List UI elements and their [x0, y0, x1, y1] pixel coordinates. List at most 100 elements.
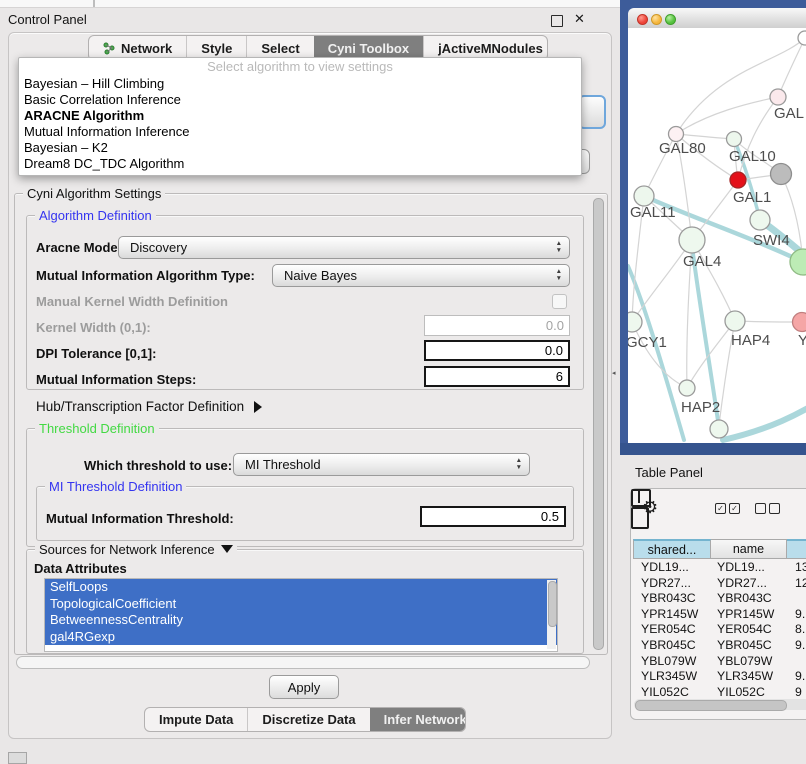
scrollbar-thumb[interactable] — [548, 581, 557, 627]
table-cell[interactable]: YDL19... — [717, 560, 765, 576]
dropdown-item[interactable]: Bayesian – Hill Climbing — [24, 76, 576, 92]
table-horizontal-scrollbar[interactable] — [634, 699, 806, 710]
network-node[interactable] — [727, 132, 742, 147]
table-cell[interactable]: YER054C — [717, 622, 772, 638]
which-threshold-select[interactable]: MI Threshold ▲▼ — [233, 453, 530, 476]
tab-infer-network[interactable]: Infer Network — [370, 708, 466, 731]
tab-impute-data[interactable]: Impute Data — [145, 708, 247, 731]
float-window-icon[interactable] — [551, 15, 563, 27]
list-item[interactable]: SelfLoops — [45, 579, 557, 596]
table-cell[interactable]: YBL079W — [717, 654, 772, 670]
table-row[interactable]: YBR043C YBR043C — [633, 591, 806, 607]
data-attributes-list[interactable]: SelfLoops TopologicalCoefficient Between… — [44, 578, 558, 652]
scrollbar-thumb[interactable] — [593, 198, 604, 650]
table-cell[interactable]: YDR27... — [641, 576, 691, 592]
list-scrollbar[interactable] — [547, 580, 556, 649]
table-cell[interactable]: 13 — [795, 560, 806, 576]
dropdown-item[interactable]: Basic Correlation Inference — [24, 92, 576, 108]
column-header-third[interactable] — [787, 539, 806, 559]
table-cell[interactable]: YBR043C — [641, 591, 696, 607]
network-node[interactable] — [771, 164, 792, 185]
close-icon[interactable]: ✕ — [574, 11, 585, 27]
table-cell[interactable]: YLR345W — [641, 669, 697, 685]
network-node[interactable] — [634, 186, 654, 206]
network-node[interactable] — [793, 313, 806, 332]
scrollbar-thumb[interactable] — [635, 700, 787, 711]
network-node[interactable] — [725, 311, 745, 331]
expanded-arrow-icon — [221, 545, 233, 553]
table-cell[interactable]: YPR145W — [641, 607, 698, 623]
table-cell[interactable]: YDR27... — [717, 576, 767, 592]
list-item[interactable]: TopologicalCoefficient — [45, 596, 557, 613]
network-node[interactable] — [798, 31, 806, 45]
table-cell[interactable]: YLR345W — [717, 669, 773, 685]
manual-kernel-checkbox[interactable] — [552, 294, 567, 309]
aracne-mode-select[interactable]: Discovery ▲▼ — [118, 236, 570, 259]
network-view-window[interactable]: GALGAL80GAL10GAL1GAL11SWI4GAL4GCY1HAP4YH… — [628, 8, 806, 443]
unchecked-box-icon[interactable] — [769, 503, 780, 514]
mi-steps-input[interactable]: 6 — [424, 366, 570, 387]
dropdown-item[interactable]: Dream8 DC_TDC Algorithm — [24, 156, 576, 172]
checked-box-icon[interactable]: ✓ — [729, 503, 740, 514]
minimize-traffic-light-icon[interactable] — [651, 14, 662, 25]
list-item[interactable]: gal4RGexp — [45, 629, 557, 646]
table-row[interactable]: YLR345W YLR345W 9. — [633, 669, 806, 685]
gear-icon[interactable]: ⚙ — [642, 497, 658, 518]
apply-button[interactable]: Apply — [269, 675, 339, 699]
table-cell[interactable]: 9 — [795, 685, 802, 696]
table-row[interactable]: YER054C YER054C 8. — [633, 622, 806, 638]
network-window-titlebar[interactable] — [628, 8, 806, 29]
mi-threshold-input[interactable]: 0.5 — [420, 506, 566, 527]
unchecked-box-icon[interactable] — [755, 503, 766, 514]
table-row[interactable]: YBL079W YBL079W — [633, 654, 806, 670]
tab-discretize-data[interactable]: Discretize Data — [247, 708, 369, 731]
table-cell[interactable]: YDL19... — [641, 560, 689, 576]
zoom-traffic-light-icon[interactable] — [665, 14, 676, 25]
column-header-shared[interactable]: shared... — [633, 539, 711, 559]
table-cell[interactable]: YPR145W — [717, 607, 774, 623]
checked-box-icon[interactable]: ✓ — [715, 503, 726, 514]
table-cell[interactable]: YBR045C — [717, 638, 772, 654]
table-row[interactable]: YDR27... YDR27... 12 — [633, 576, 806, 592]
table-row[interactable]: YBR045C YBR045C 9. — [633, 638, 806, 654]
table-row[interactable]: YDL19... YDL19... 13 — [633, 560, 806, 576]
dropdown-item-selected[interactable]: ARACNE Algorithm — [24, 108, 576, 124]
network-node[interactable] — [679, 380, 695, 396]
list-item[interactable]: BetweennessCentrality — [45, 612, 557, 629]
table-cell[interactable]: 9. — [795, 669, 805, 685]
settings-horizontal-scrollbar[interactable] — [16, 656, 590, 669]
network-node[interactable] — [679, 227, 705, 253]
mi-type-select[interactable]: Naive Bayes ▲▼ — [272, 264, 570, 287]
table-cell[interactable]: YIL052C — [641, 685, 689, 696]
table-cell[interactable]: YBL079W — [641, 654, 696, 670]
network-node[interactable] — [730, 172, 746, 188]
splitter-grip-icon[interactable]: ◂ — [612, 369, 618, 378]
table-cell[interactable]: 12 — [795, 576, 806, 592]
network-node[interactable] — [770, 89, 786, 105]
close-traffic-light-icon[interactable] — [637, 14, 648, 25]
dropdown-item[interactable]: Mutual Information Inference — [24, 124, 576, 140]
control-panel-header: Control Panel ✕ — [0, 8, 620, 32]
dropdown-item[interactable]: Bayesian – K2 — [24, 140, 576, 156]
network-node[interactable] — [628, 312, 642, 332]
network-node[interactable] — [750, 210, 770, 230]
table-cell[interactable]: YIL052C — [717, 685, 765, 696]
hub-section-toggle[interactable]: Hub/Transcription Factor Definition — [36, 399, 262, 414]
table-row[interactable]: YPR145W YPR145W 9. — [633, 607, 806, 623]
table-cell[interactable]: 8. — [795, 622, 805, 638]
table-cell[interactable]: YER054C — [641, 622, 696, 638]
sources-toggle[interactable]: Sources for Network Inference — [35, 542, 237, 557]
hub-section-label: Hub/Transcription Factor Definition — [36, 399, 244, 414]
column-header-name[interactable]: name — [711, 539, 787, 559]
table-cell[interactable]: YBR043C — [717, 591, 772, 607]
table-row[interactable]: YIL052C YIL052C 9 — [633, 685, 806, 696]
network-canvas[interactable]: GALGAL80GAL10GAL1GAL11SWI4GAL4GCY1HAP4YH… — [628, 28, 806, 443]
settings-vertical-scrollbar[interactable] — [592, 197, 603, 649]
kernel-width-input[interactable]: 0.0 — [424, 315, 570, 336]
dpi-tolerance-input[interactable]: 0.0 — [424, 340, 570, 361]
table-cell[interactable]: 9. — [795, 607, 805, 623]
network-node[interactable] — [710, 420, 728, 438]
table-cell[interactable]: 9. — [795, 638, 805, 654]
table-cell[interactable]: YBR045C — [641, 638, 696, 654]
network-node[interactable] — [790, 249, 806, 275]
